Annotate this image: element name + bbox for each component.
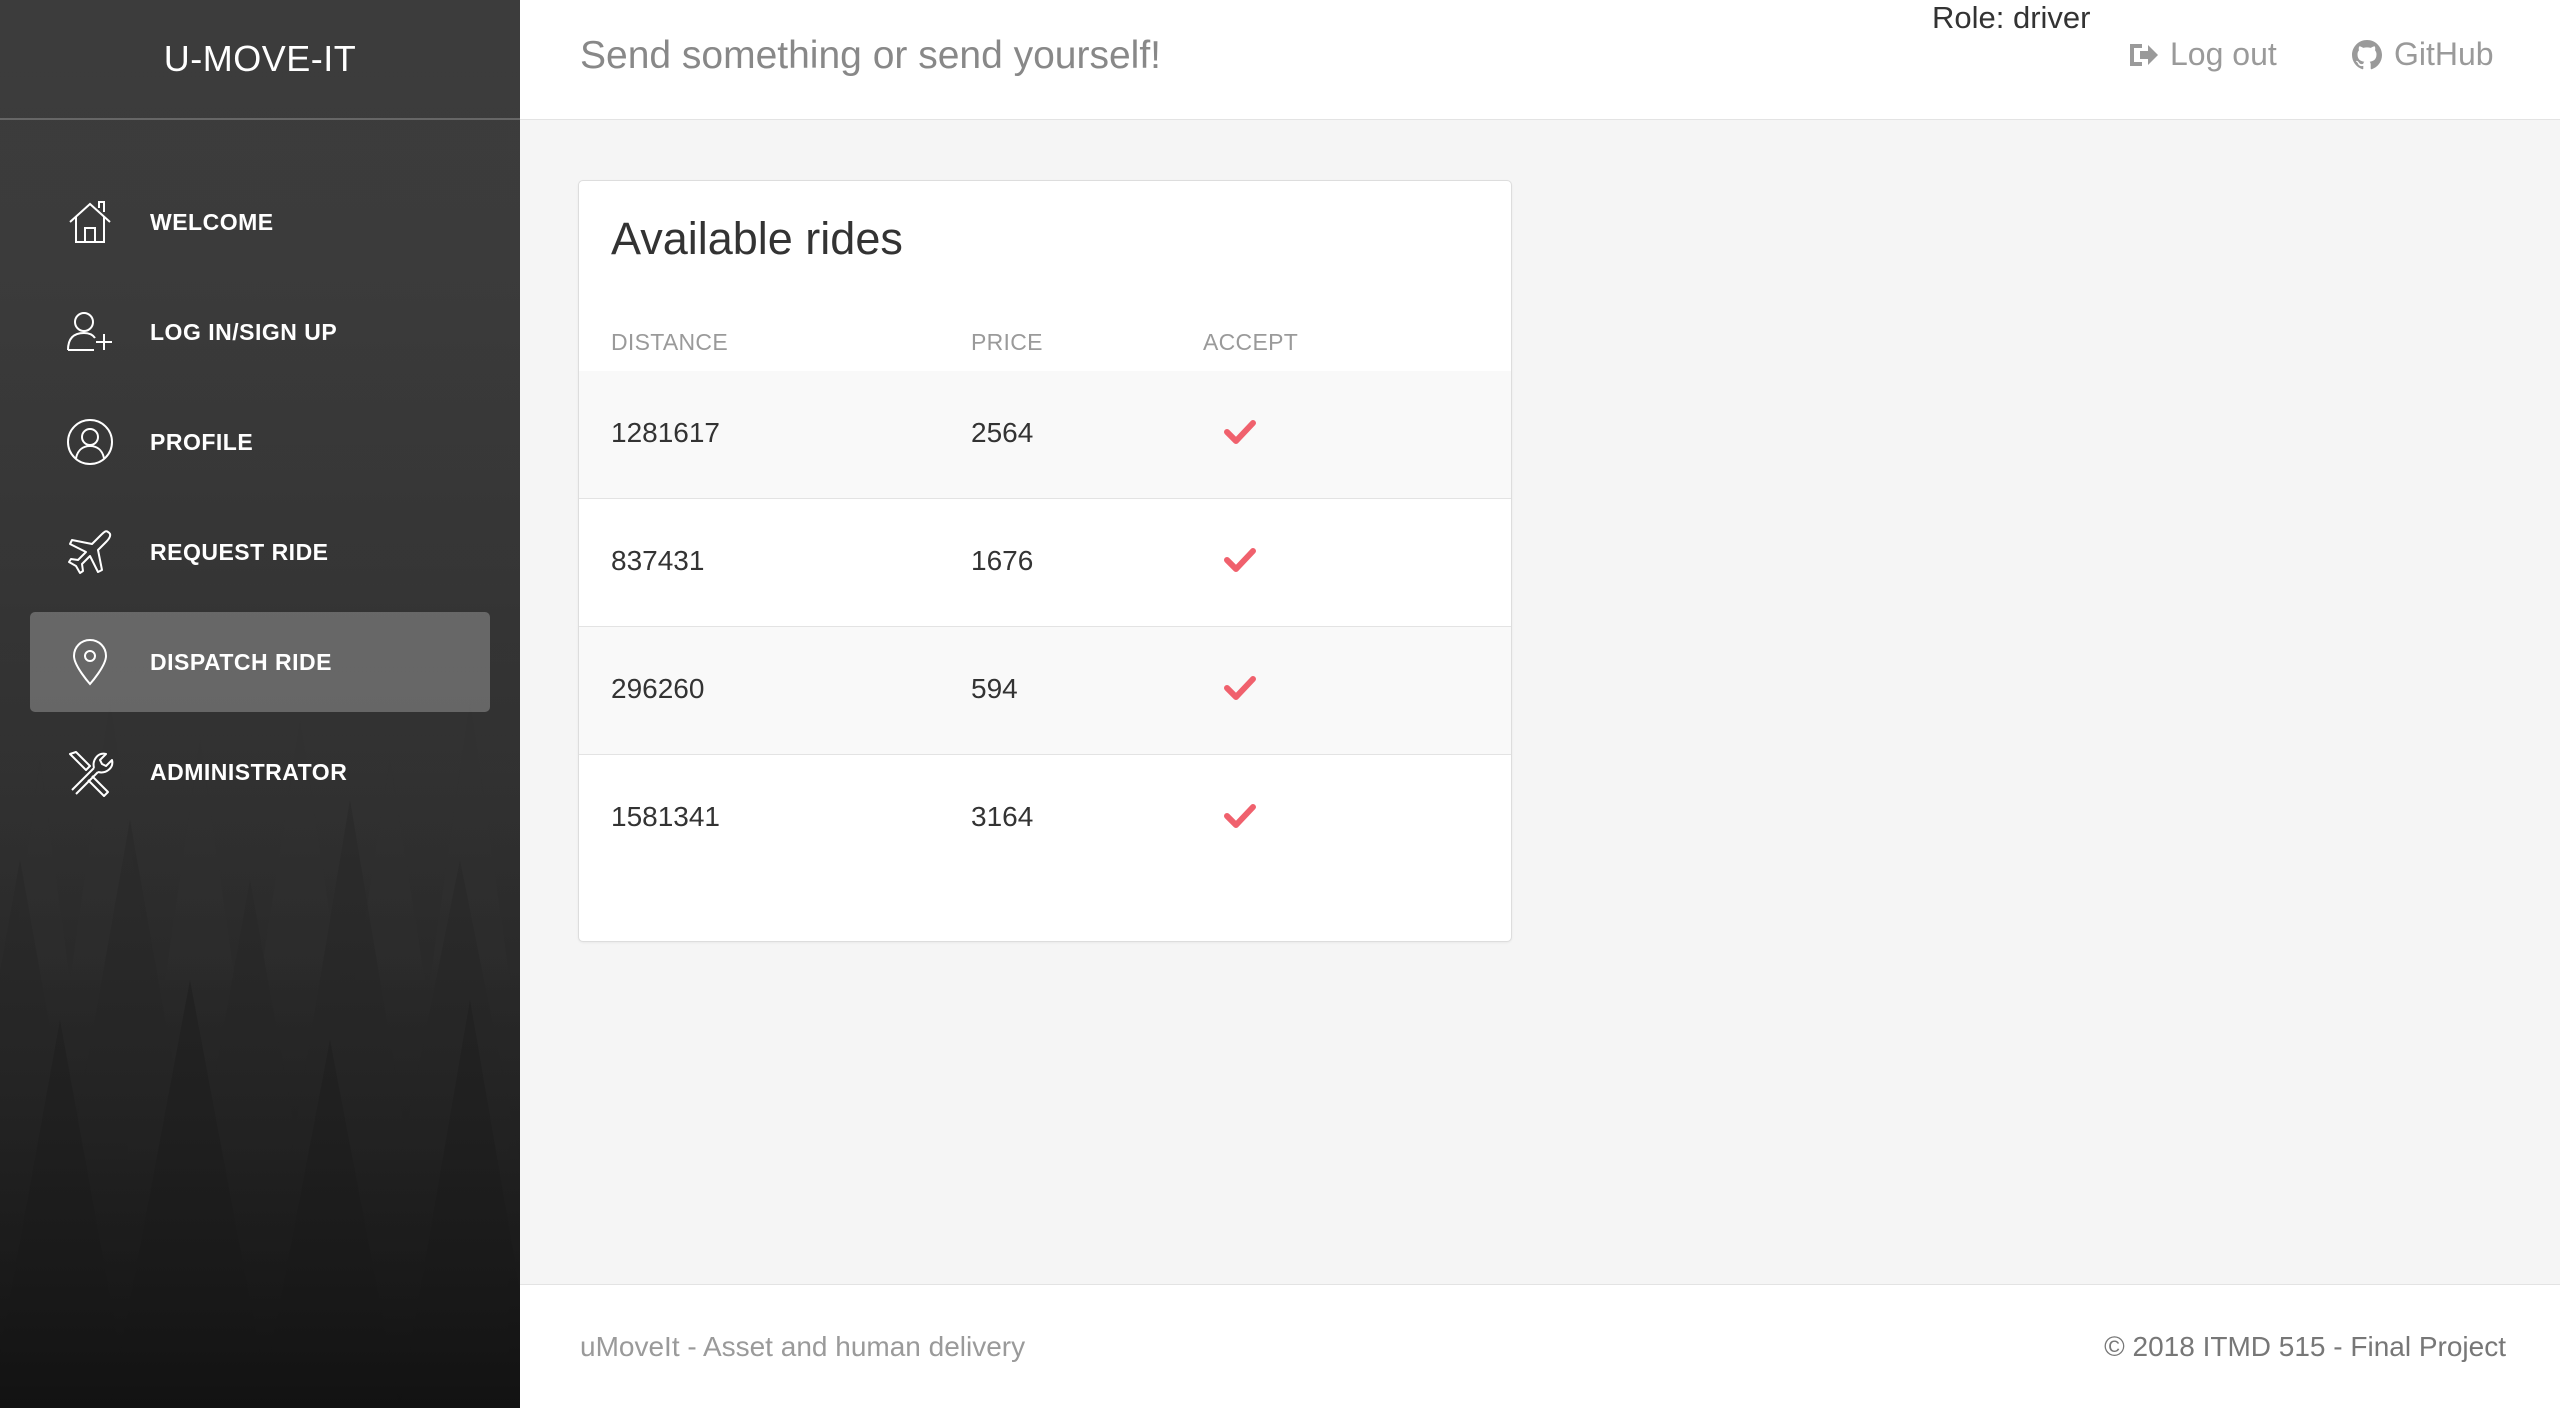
role-indicator: Role: driver	[1932, 0, 2091, 35]
brand-title[interactable]: U-MOVE-IT	[0, 0, 520, 120]
airplane-icon	[64, 526, 116, 578]
sidebar-item-profile[interactable]: PROFILE	[30, 392, 490, 492]
github-icon	[2352, 39, 2382, 69]
distance-cell: 837431	[611, 545, 705, 576]
sidebar-nav: WELCOME LOG IN/SIGN UP PROFILE REQUEST R…	[30, 172, 490, 832]
user-circle-icon	[64, 416, 116, 468]
top-bar: Send something or send yourself! Role: d…	[520, 0, 2560, 120]
card-title: Available rides	[611, 213, 903, 264]
distance-cell: 1581341	[611, 801, 721, 832]
footer: uMoveIt - Asset and human delivery © 201…	[520, 1284, 2560, 1408]
page-title: Send something or send yourself!	[580, 34, 1162, 77]
sidebar-item-login-signup[interactable]: LOG IN/SIGN UP	[30, 282, 490, 382]
sidebar-item-label: PROFILE	[150, 428, 254, 455]
tools-icon	[64, 746, 116, 798]
sidebar-item-request-ride[interactable]: REQUEST RIDE	[30, 502, 490, 602]
table-row: 1281617 2564	[579, 371, 1511, 499]
accept-check-icon[interactable]	[1223, 543, 1257, 577]
github-label: GitHub	[2394, 36, 2494, 72]
accept-check-icon[interactable]	[1223, 671, 1257, 705]
sidebar-item-label: REQUEST RIDE	[150, 538, 329, 565]
table-row: 837431 1676	[579, 499, 1511, 627]
footer-copyright: © 2018 ITMD 515 - Final Project	[2104, 1331, 2506, 1362]
sidebar-item-label: WELCOME	[150, 208, 274, 235]
github-link[interactable]: GitHub	[2350, 36, 2494, 73]
footer-tagline: uMoveIt - Asset and human delivery	[580, 1331, 1026, 1362]
price-cell: 594	[971, 673, 1018, 704]
logout-button[interactable]: Log out	[2126, 36, 2277, 73]
sidebar-item-label: ADMINISTRATOR	[150, 758, 348, 785]
distance-cell: 1281617	[611, 417, 721, 448]
sidebar: U-MOVE-IT WELCOME LOG IN/SIGN UP PROFILE…	[0, 0, 520, 1408]
distance-cell: 296260	[611, 673, 705, 704]
accept-check-icon[interactable]	[1223, 799, 1257, 833]
accept-check-icon[interactable]	[1223, 415, 1257, 449]
sidebar-item-label: LOG IN/SIGN UP	[150, 318, 338, 345]
available-rides-card: Available rides DISTANCE PRICE ACCEPT 12…	[578, 180, 1512, 942]
rides-table-body: 1281617 2564 837431 1676 296260 594 1581…	[579, 371, 1511, 883]
price-cell: 1676	[971, 545, 1034, 576]
sidebar-item-dispatch-ride[interactable]: DISPATCH RIDE	[30, 612, 490, 712]
column-header-accept: ACCEPT	[1203, 329, 1299, 355]
sidebar-item-administrator[interactable]: ADMINISTRATOR	[30, 722, 490, 822]
home-icon	[64, 196, 116, 248]
column-header-distance: DISTANCE	[611, 329, 728, 355]
logout-label: Log out	[2170, 36, 2277, 72]
sidebar-item-welcome[interactable]: WELCOME	[30, 172, 490, 272]
table-row: 296260 594	[579, 627, 1511, 755]
price-cell: 3164	[971, 801, 1034, 832]
column-header-price: PRICE	[971, 329, 1043, 355]
price-cell: 2564	[971, 417, 1034, 448]
logout-icon	[2130, 43, 2158, 66]
sidebar-item-label: DISPATCH RIDE	[150, 648, 332, 675]
table-row: 1581341 3164	[579, 755, 1511, 883]
map-pin-icon	[64, 636, 116, 688]
add-user-icon	[64, 306, 116, 358]
